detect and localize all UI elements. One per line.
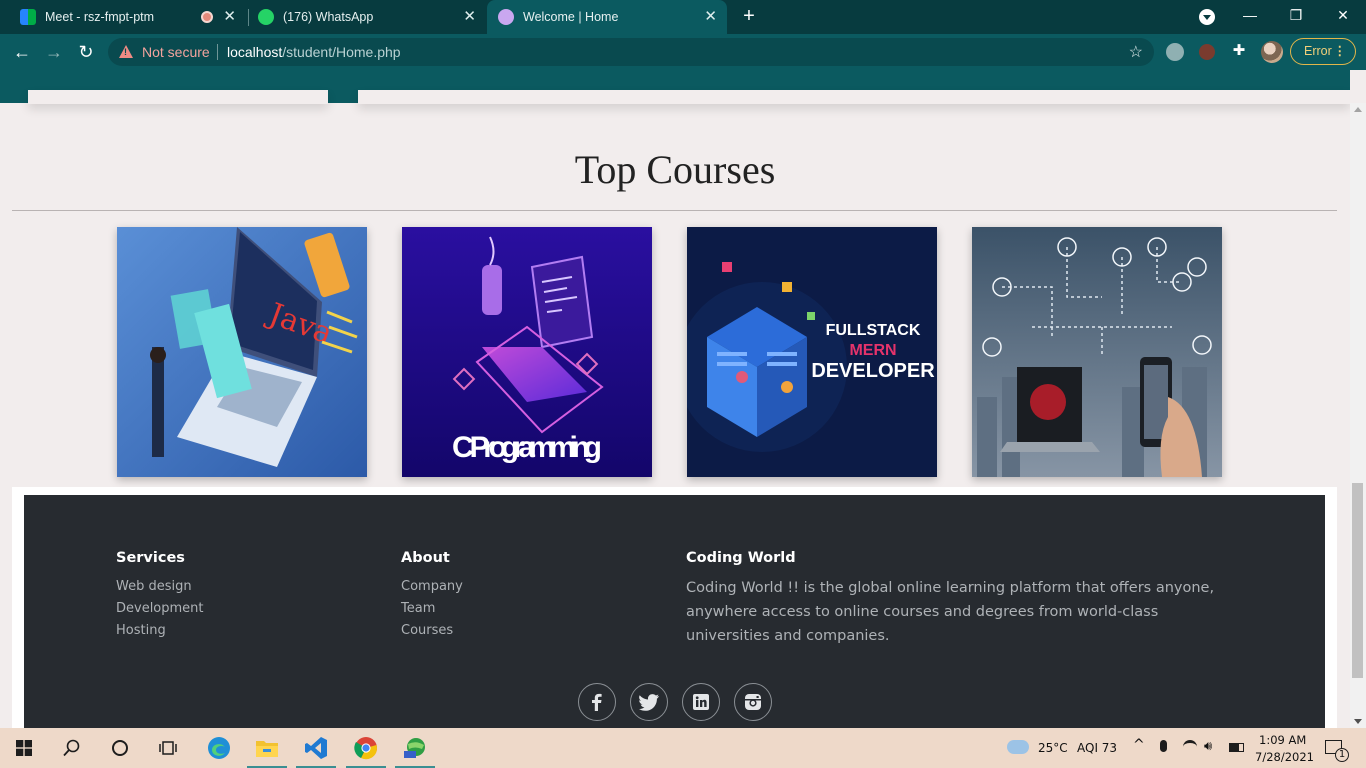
task-view-icon[interactable] [144,728,192,768]
c-programming-course-image: C Programming [402,227,652,477]
show-hidden-icons-chevron-icon[interactable]: ^ [1133,737,1145,753]
scroll-down-arrow-icon[interactable] [1354,719,1362,724]
error-button[interactable]: Error ⋮ [1290,38,1356,65]
footer-about: About Company Team Courses [401,550,463,642]
reload-icon[interactable]: ↻ [74,40,98,64]
tab-separator [248,9,249,26]
close-window-button[interactable]: ✕ [1320,0,1366,30]
recording-icon [201,11,213,23]
tab-title: Welcome | Home [523,10,619,24]
site-footer: Services Web design Development Hosting … [24,495,1325,755]
footer-link-courses[interactable]: Courses [401,620,463,642]
page-scrollbar[interactable] [1350,103,1366,728]
twitter-icon[interactable] [630,683,668,721]
extension-icon[interactable] [1166,43,1184,61]
course-card-cyber-security[interactable] [972,227,1222,477]
tab-title: (176) WhatsApp [283,10,374,24]
footer-link-web-design[interactable]: Web design [116,576,204,598]
weather-icon[interactable] [1007,740,1029,754]
tab-meet[interactable]: Meet - rsz-fmpt-ptm ✕ [12,0,246,34]
clock-date[interactable]: 7/28/2021 [1255,750,1314,764]
restore-button[interactable]: ❐ [1273,0,1319,30]
card-shadow [358,90,1350,104]
course-label: DEVELOPER [811,360,935,382]
cortana-icon[interactable] [96,728,144,768]
tab-welcome-home[interactable]: Welcome | Home ✕ [487,0,727,34]
linkedin-icon[interactable] [682,683,720,721]
footer-heading: Coding World [686,550,796,566]
address-separator [217,44,218,60]
notification-count-badge: 1 [1335,748,1349,762]
bookmark-star-icon[interactable]: ☆ [1129,42,1143,62]
warning-icon[interactable] [119,45,133,58]
chrome-icon[interactable] [342,728,390,768]
extension-icon[interactable] [1199,44,1215,60]
new-tab-button[interactable]: + [738,5,760,27]
browser-toolbar: ← → ↻ Not secure localhost/student/Home.… [0,34,1366,70]
course-label: FULLSTACK [826,322,921,339]
weather-temperature[interactable]: 25°C [1038,741,1068,755]
windows-taskbar: 25°C AQI 73 ^ 🔊︎ 1:09 AM 7/28/2021 1 [0,728,1366,768]
forward-arrow-icon[interactable]: → [42,40,66,64]
profile-avatar[interactable] [1261,41,1283,63]
close-tab-icon[interactable]: ✕ [463,9,476,25]
footer-link-team[interactable]: Team [401,598,463,620]
instagram-icon[interactable] [734,683,772,721]
wifi-icon[interactable] [1183,740,1197,754]
file-explorer-icon[interactable] [243,728,291,768]
windows-start-icon[interactable] [0,728,48,768]
browser-tab-strip: Meet - rsz-fmpt-ptm ✕ (176) WhatsApp ✕ W… [0,0,1366,34]
battery-icon[interactable] [1229,743,1244,752]
google-meet-icon [20,9,36,25]
edge-icon[interactable] [195,728,243,768]
scrollbar-thumb[interactable] [1352,483,1363,678]
vscode-icon[interactable] [292,728,340,768]
scroll-up-arrow-icon[interactable] [1354,107,1362,112]
footer-link-development[interactable]: Development [116,598,204,620]
footer-services: Services Web design Development Hosting [116,550,204,642]
footer-link-hosting[interactable]: Hosting [116,620,204,642]
mern-course-image: FULLSTACK MERN DEVELOPER [687,227,937,477]
air-quality-index[interactable]: AQI 73 [1077,741,1117,755]
section-title: Top Courses [574,147,776,192]
search-icon[interactable] [48,728,96,768]
cyber-security-course-image [972,227,1222,477]
course-label: C Programming [452,431,602,464]
extensions-puzzle-icon[interactable]: ✚ [1230,42,1248,60]
address-bar[interactable]: Not secure localhost/student/Home.php ☆ [108,38,1154,66]
course-card-mern[interactable]: FULLSTACK MERN DEVELOPER [687,227,937,477]
divider [12,210,1337,211]
minimize-button[interactable]: — [1227,0,1273,30]
footer-link-company[interactable]: Company [401,576,463,598]
card-shadow [28,90,328,104]
course-card-java[interactable]: Java [117,227,367,477]
volume-icon[interactable]: 🔊︎ [1204,739,1212,754]
microphone-icon[interactable] [1160,740,1167,752]
close-tab-icon[interactable]: ✕ [704,9,717,25]
course-label: MERN [849,342,896,359]
tab-search-icon[interactable] [1199,9,1215,25]
footer-description: Coding World !! is the global online lea… [686,580,1215,644]
whatsapp-icon [258,9,274,25]
url-text[interactable]: localhost/student/Home.php [227,44,401,60]
back-arrow-icon[interactable]: ← [10,40,34,64]
footer-brand: Coding World Coding World !! is the glob… [686,550,1246,648]
course-card-c-programming[interactable]: C Programming [402,227,652,477]
menu-dots-icon: ⋮ [1333,44,1347,58]
java-course-image: Java [117,227,367,477]
footer-heading: Services [116,550,185,566]
close-tab-icon[interactable]: ✕ [223,9,236,25]
network-globe-icon[interactable] [391,728,439,768]
page-favicon-icon [498,9,514,25]
facebook-icon[interactable] [578,683,616,721]
tab-whatsapp[interactable]: (176) WhatsApp ✕ [250,0,486,34]
footer-heading: About [401,550,450,566]
tab-title: Meet - rsz-fmpt-ptm [45,10,155,24]
security-status[interactable]: Not secure [142,44,210,60]
clock-time[interactable]: 1:09 AM [1259,733,1306,747]
